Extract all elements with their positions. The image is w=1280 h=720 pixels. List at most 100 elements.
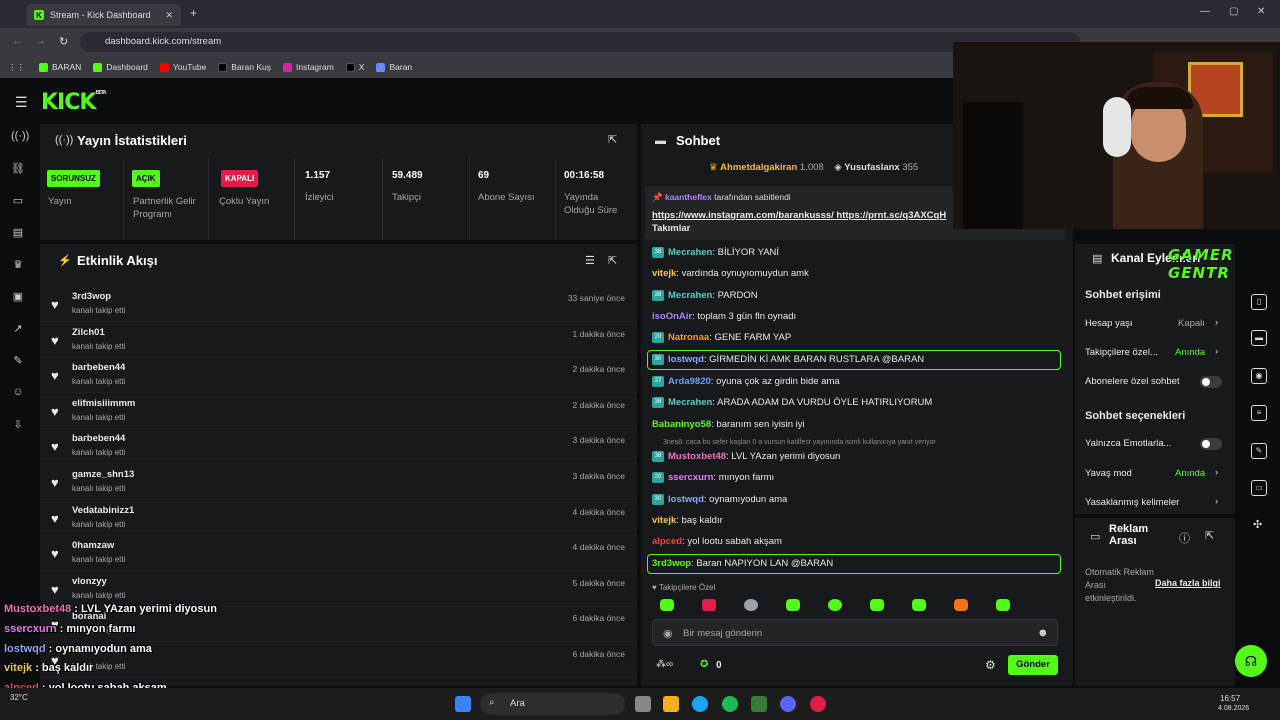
settings-icon[interactable]: ⚙ — [985, 658, 996, 672]
analytics-icon[interactable]: ↗ — [11, 322, 25, 336]
chat-username[interactable]: vitejk — [652, 515, 676, 526]
chevron-right-icon[interactable]: › — [1215, 496, 1218, 507]
stream-icon[interactable]: ((·)) — [11, 130, 29, 144]
activity-user[interactable]: 3rd3wop — [72, 291, 111, 302]
users-icon[interactable]: ☺ — [11, 386, 25, 400]
emotes-only-toggle[interactable] — [1200, 438, 1222, 450]
emote-icon[interactable] — [912, 599, 926, 611]
tool-icon[interactable]: ✎ — [1251, 443, 1267, 459]
broadcast-icon[interactable]: ◉ — [1251, 368, 1267, 384]
explorer-icon[interactable] — [663, 696, 679, 712]
slow-mode-value[interactable]: Anında — [1175, 468, 1205, 479]
account-age-value[interactable]: Kapalı — [1178, 318, 1205, 329]
chat-bubble-icon[interactable]: ▬ — [1251, 330, 1267, 346]
slow-mode-label[interactable]: Yavaş mod — [1085, 468, 1132, 479]
chat-username[interactable]: Arda9820 — [668, 376, 711, 387]
support-button[interactable]: ☊ — [1235, 645, 1267, 677]
upload-icon[interactable]: ⇩ — [11, 418, 25, 432]
bookmark-dashboard[interactable]: Dashboard — [93, 62, 148, 72]
chevron-right-icon[interactable]: › — [1215, 317, 1218, 328]
app-icon[interactable] — [751, 696, 767, 712]
url-input[interactable]: dashboard.kick.com/stream — [80, 32, 1080, 52]
activity-user[interactable]: Zilch01 — [72, 327, 105, 338]
more-info-link[interactable]: Daha fazla bilgi — [1155, 578, 1221, 588]
popout-icon[interactable]: ⇱ — [608, 254, 617, 267]
banned-words-label[interactable]: Yasaklanmış kelimeler — [1085, 497, 1179, 508]
activity-user[interactable]: Vedatabinizz1 — [72, 505, 134, 516]
emote-icon[interactable] — [702, 599, 716, 611]
new-tab-button[interactable]: + — [190, 6, 197, 20]
chat-username[interactable]: Babaninyo58 — [652, 419, 711, 430]
chat-input[interactable]: ◉ Bir mesaj gönderin ☻ — [652, 619, 1058, 646]
reload-icon[interactable]: ↻ — [59, 35, 68, 48]
activity-user[interactable]: vlonzyy — [72, 576, 107, 587]
emote-icon[interactable] — [996, 599, 1010, 611]
chat-username[interactable]: lostwqd — [668, 494, 704, 505]
link-icon[interactable]: ⛓ — [11, 162, 25, 176]
activity-user[interactable]: 0hamzaw — [72, 540, 114, 551]
chat-username[interactable]: ssercxurn — [668, 472, 713, 483]
kick-logo[interactable]: KICKBETA — [41, 90, 107, 115]
activity-user[interactable]: barbeben44 — [72, 433, 125, 444]
menu-icon[interactable]: ☰ — [15, 94, 28, 111]
maximize-icon[interactable]: ▢ — [1229, 6, 1238, 17]
forward-icon[interactable]: → — [35, 35, 46, 47]
info-icon[interactable]: ⓘ — [1179, 530, 1190, 546]
layout-icon[interactable]: ▭ — [1251, 480, 1267, 496]
close-window-icon[interactable]: ✕ — [1257, 6, 1265, 17]
followers-only-label[interactable]: Takipçilere özel... — [1085, 347, 1158, 358]
emoji-icon[interactable]: ☻ — [1037, 627, 1049, 639]
chat-username[interactable]: vitejk — [652, 268, 676, 279]
chat-username[interactable]: isoOnAir — [652, 311, 692, 322]
taskbar-search[interactable]: Ara — [480, 693, 625, 715]
chrome-icon[interactable] — [692, 696, 708, 712]
minimize-icon[interactable]: — — [1200, 6, 1210, 17]
bookmark-baran-2[interactable]: Baran — [376, 62, 412, 72]
emote-icon[interactable] — [870, 599, 884, 611]
taskview-icon[interactable] — [635, 696, 651, 712]
chat-username[interactable]: Mecrahen — [668, 397, 712, 408]
emote-icon[interactable] — [744, 599, 758, 611]
browser-tab[interactable]: K Stream - Kick Dashboard ✕ — [26, 4, 181, 26]
chat-username[interactable]: Natronaa — [668, 332, 709, 343]
bookmark-tiktok[interactable]: Baran Kuş — [218, 62, 271, 72]
pinned-link[interactable]: https://www.instagram.com/barankusss/ — [652, 210, 834, 221]
start-icon[interactable] — [455, 696, 471, 712]
apps-icon[interactable]: ⋮⋮ — [8, 62, 25, 73]
chevron-right-icon[interactable]: › — [1215, 346, 1218, 357]
emote-icon[interactable] — [786, 599, 800, 611]
followers-only-value[interactable]: Anında — [1175, 347, 1205, 358]
emote-icon[interactable] — [660, 599, 674, 611]
activity-user[interactable]: barbeben44 — [72, 362, 125, 373]
chat-username[interactable]: alpced — [652, 536, 682, 547]
pinned-link[interactable]: https://prnt.sc/q3AXCqH — [836, 210, 946, 221]
emote-icon[interactable] — [954, 599, 968, 611]
window-icon[interactable]: ▭ — [11, 194, 25, 208]
chevron-right-icon[interactable]: › — [1215, 467, 1218, 478]
trophy-icon[interactable]: ♛ — [11, 258, 25, 272]
activity-user[interactable]: gamze_shn13 — [72, 469, 134, 480]
bookmark-baran[interactable]: BARAN — [39, 62, 81, 72]
phone-icon[interactable]: ▯ — [1251, 294, 1267, 310]
popout-icon[interactable]: ⇱ — [608, 133, 617, 146]
chat-username[interactable]: Mustoxbet48 — [668, 451, 726, 462]
puzzle-icon[interactable]: ✣ — [1253, 518, 1262, 531]
video-icon[interactable]: ▣ — [11, 290, 25, 304]
close-tab-icon[interactable]: ✕ — [165, 10, 173, 21]
emote-icon[interactable] — [828, 599, 842, 611]
chart-icon[interactable]: ▤ — [11, 226, 25, 240]
obs-icon[interactable] — [810, 696, 826, 712]
chat-username[interactable]: Mecrahen — [668, 290, 712, 301]
bookmark-x[interactable]: X — [345, 62, 364, 72]
tool-icon[interactable]: ✎ — [11, 354, 25, 368]
bookmark-instagram[interactable]: Instagram — [283, 62, 334, 72]
send-button[interactable]: Gönder — [1008, 655, 1058, 675]
stack-icon[interactable]: ≡ — [1251, 405, 1267, 421]
gifter-name[interactable]: Ahmetdalgakiran — [720, 162, 797, 173]
subs-only-toggle[interactable] — [1200, 376, 1222, 388]
activity-user[interactable]: elifmisiiimmm — [72, 398, 135, 409]
discord-icon[interactable] — [780, 696, 796, 712]
account-age-label[interactable]: Hesap yaşı — [1085, 318, 1133, 329]
filter-icon[interactable]: ☰ — [585, 254, 595, 267]
popout-icon[interactable]: ⇱ — [1205, 529, 1214, 542]
